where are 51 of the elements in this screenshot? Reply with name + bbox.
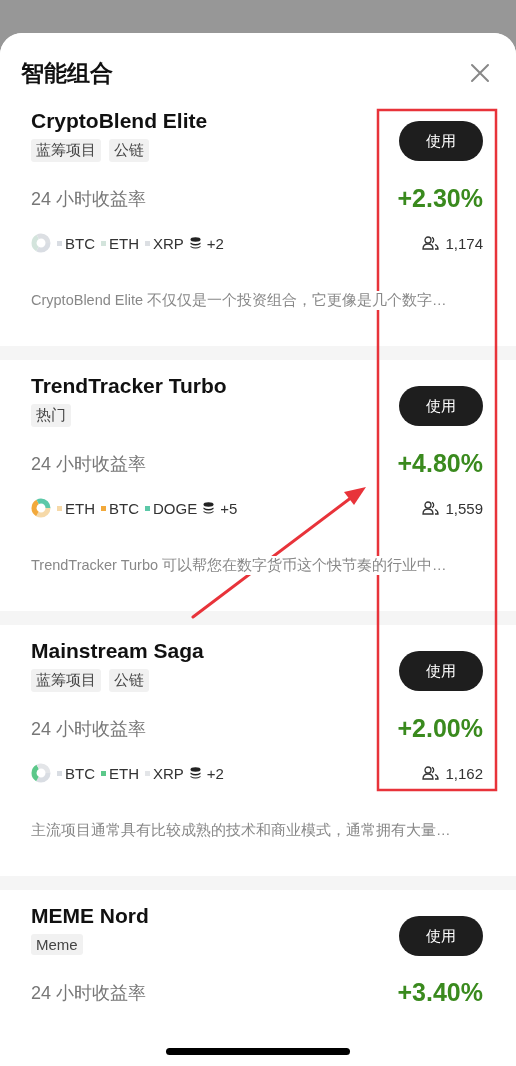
yield-label: 24 小时收益率 [31, 981, 147, 1005]
yield-label: 24 小时收益率 [31, 717, 147, 741]
more-count: +2 [206, 234, 224, 252]
coin-symbol: ETH [109, 234, 139, 252]
tag: Meme [31, 934, 83, 955]
tag: 公链 [109, 139, 149, 162]
coin-stack-icon [189, 767, 201, 779]
sheet-title: 智能组合 [21, 58, 113, 88]
use-button[interactable]: 使用 [399, 651, 483, 691]
portfolio-name: TrendTracker Turbo [31, 374, 227, 398]
ring-chart-icon [31, 498, 51, 518]
close-icon[interactable] [470, 63, 490, 83]
more-count: +5 [220, 499, 238, 517]
coin-symbol: BTC [65, 234, 95, 252]
tag: 公链 [109, 669, 149, 692]
yield-value: +3.40% [397, 978, 483, 1007]
tag: 蓝筹项目 [31, 139, 101, 162]
tag: 热门 [31, 404, 71, 427]
coin-symbol: ETH [65, 499, 95, 517]
coin-symbol: XRP [153, 234, 184, 252]
description: TrendTracker Turbo 可以帮您在数字货币这个快节奏的行业中… [31, 556, 447, 575]
more-count: +2 [206, 764, 224, 782]
ring-chart-icon [31, 763, 51, 783]
yield-value: +4.80% [397, 449, 483, 478]
portfolio-name: MEME Nord [31, 904, 149, 928]
coin-stack-icon [203, 502, 215, 514]
use-button[interactable]: 使用 [399, 121, 483, 161]
yield-label: 24 小时收益率 [31, 452, 147, 476]
user-count: 1,559 [445, 499, 483, 517]
yield-value: +2.30% [397, 184, 483, 213]
description: CryptoBlend Elite 不仅仅是一个投资组合，它更像是几个数字… [31, 291, 447, 310]
portfolio-name: CryptoBlend Elite [31, 109, 208, 133]
coin-symbol: DOGE [153, 499, 198, 517]
coin-symbol: BTC [109, 499, 139, 517]
users-icon [422, 501, 440, 515]
use-button[interactable]: 使用 [399, 386, 483, 426]
user-count: 1,174 [445, 234, 483, 252]
description: 主流项目通常具有比较成熟的技术和商业模式，通常拥有大量… [31, 821, 451, 840]
tag: 蓝筹项目 [31, 669, 101, 692]
yield-value: +2.00% [397, 714, 483, 743]
coin-stack-icon [189, 237, 201, 249]
yield-label: 24 小时收益率 [31, 187, 147, 211]
user-count: 1,162 [445, 764, 483, 782]
coin-symbol: XRP [153, 764, 184, 782]
coin-symbol: ETH [109, 764, 139, 782]
users-icon [422, 766, 440, 780]
portfolio-name: Mainstream Saga [31, 639, 204, 663]
ring-chart-icon [31, 233, 51, 253]
coin-symbol: BTC [65, 764, 95, 782]
use-button[interactable]: 使用 [399, 916, 483, 956]
users-icon [422, 236, 440, 250]
